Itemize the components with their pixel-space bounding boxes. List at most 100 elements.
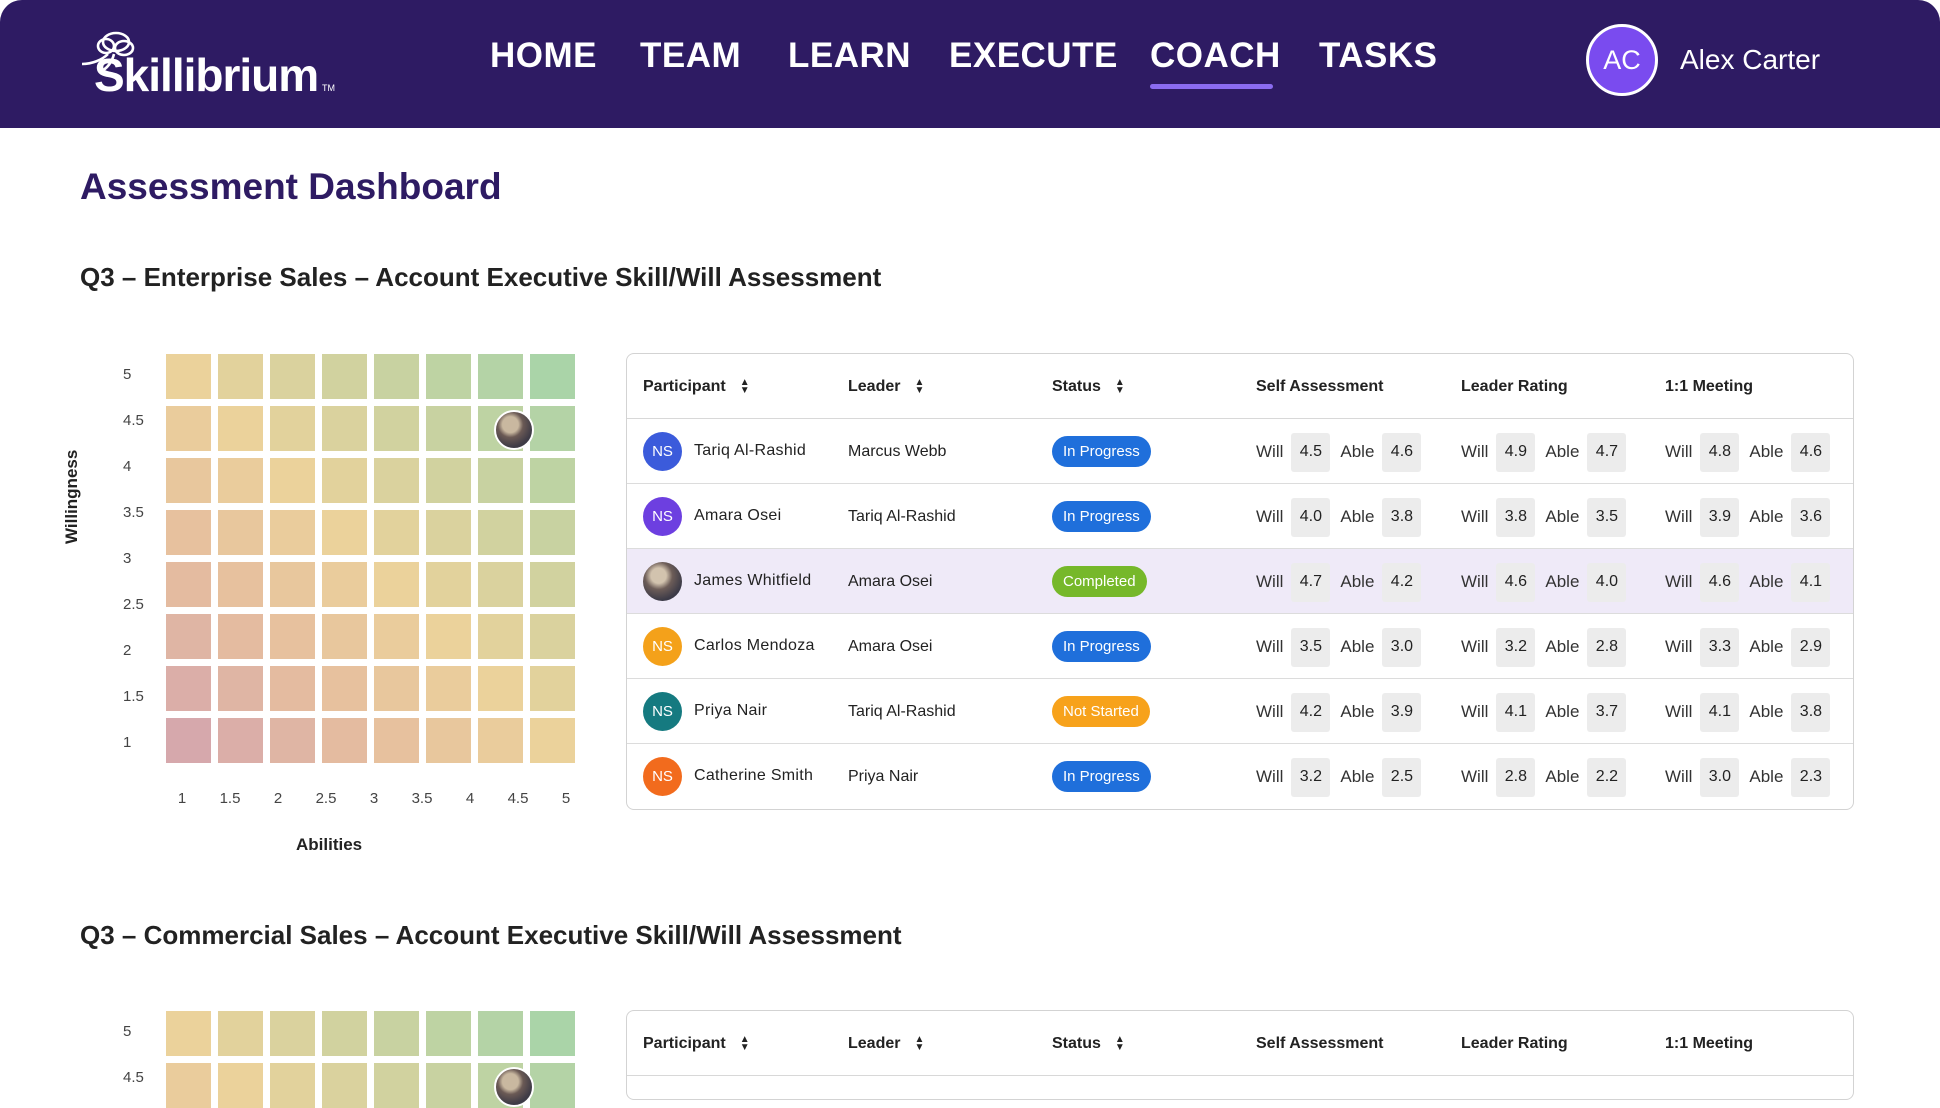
matrix-cell[interactable] bbox=[270, 1011, 315, 1056]
nav-team[interactable]: TEAM bbox=[640, 36, 741, 76]
matrix-cell[interactable] bbox=[374, 666, 419, 711]
column-leader[interactable]: Leader ▲ ▼ bbox=[848, 377, 924, 396]
matrix-cell[interactable] bbox=[478, 458, 523, 503]
matrix-cell[interactable] bbox=[322, 354, 367, 399]
participant-name[interactable]: Carlos Mendoza bbox=[694, 637, 815, 655]
matrix-cell[interactable] bbox=[374, 718, 419, 763]
participant-name[interactable]: Tariq Al-Rashid bbox=[694, 442, 806, 460]
matrix-cell[interactable] bbox=[218, 666, 263, 711]
matrix-cell[interactable] bbox=[530, 510, 575, 555]
matrix-cell[interactable] bbox=[530, 458, 575, 503]
matrix-cell[interactable] bbox=[166, 562, 211, 607]
nav-home[interactable]: HOME bbox=[490, 36, 597, 76]
column-participant[interactable]: Participant ▲ ▼ bbox=[643, 1034, 750, 1053]
matrix-cell[interactable] bbox=[166, 458, 211, 503]
matrix-cell[interactable] bbox=[322, 458, 367, 503]
matrix-cell[interactable] bbox=[478, 562, 523, 607]
matrix-cell[interactable] bbox=[218, 718, 263, 763]
user-avatar[interactable]: AC bbox=[1586, 24, 1658, 96]
matrix-cell[interactable] bbox=[218, 458, 263, 503]
table-row[interactable]: NS Tariq Al-Rashid Marcus Webb In Progress W… bbox=[627, 419, 1853, 484]
matrix-cell[interactable] bbox=[374, 1011, 419, 1056]
matrix-cell[interactable] bbox=[218, 1011, 263, 1056]
matrix-cell[interactable] bbox=[426, 354, 471, 399]
nav-execute[interactable]: EXECUTE bbox=[949, 36, 1118, 76]
matrix-cell[interactable] bbox=[270, 562, 315, 607]
nav-coach[interactable]: COACH bbox=[1150, 36, 1281, 76]
matrix-cell[interactable] bbox=[478, 1011, 523, 1056]
participant-marker[interactable] bbox=[494, 1067, 534, 1107]
matrix-cell[interactable] bbox=[426, 1011, 471, 1056]
matrix-cell[interactable] bbox=[166, 406, 211, 451]
table-row[interactable]: NS Amara Osei Tariq Al-Rashid In Progress Wi… bbox=[627, 484, 1853, 549]
brand-name[interactable]: Skillibrium bbox=[94, 48, 319, 102]
matrix-cell[interactable] bbox=[270, 406, 315, 451]
matrix-cell[interactable] bbox=[322, 406, 367, 451]
participant-name[interactable]: Amara Osei bbox=[694, 507, 781, 525]
matrix-cell[interactable] bbox=[166, 1011, 211, 1056]
matrix-cell[interactable] bbox=[478, 718, 523, 763]
matrix-cell[interactable] bbox=[374, 562, 419, 607]
matrix-cell[interactable] bbox=[270, 718, 315, 763]
matrix-cell[interactable] bbox=[322, 1011, 367, 1056]
sort-icon[interactable]: ▲ ▼ bbox=[914, 377, 924, 395]
matrix-cell[interactable] bbox=[530, 1011, 575, 1056]
matrix-cell[interactable] bbox=[322, 614, 367, 659]
matrix-cell[interactable] bbox=[218, 354, 263, 399]
matrix-cell[interactable] bbox=[270, 666, 315, 711]
matrix-cell[interactable] bbox=[530, 1063, 575, 1108]
matrix-cell[interactable] bbox=[218, 406, 263, 451]
matrix-cell[interactable] bbox=[478, 666, 523, 711]
matrix-cell[interactable] bbox=[426, 1063, 471, 1108]
participant-name[interactable]: Priya Nair bbox=[694, 702, 767, 720]
matrix-cell[interactable] bbox=[166, 666, 211, 711]
matrix-cell[interactable] bbox=[322, 1063, 367, 1108]
column-participant[interactable]: Participant ▲ ▼ bbox=[643, 377, 750, 396]
table-row[interactable]: NS Carlos Mendoza Amara Osei In Progress Wil… bbox=[627, 614, 1853, 679]
matrix-cell[interactable] bbox=[270, 510, 315, 555]
matrix-cell[interactable] bbox=[322, 718, 367, 763]
matrix-cell[interactable] bbox=[270, 458, 315, 503]
matrix-cell[interactable] bbox=[426, 562, 471, 607]
matrix-cell[interactable] bbox=[166, 614, 211, 659]
matrix-cell[interactable] bbox=[374, 614, 419, 659]
column-status[interactable]: Status ▲ ▼ bbox=[1052, 1034, 1125, 1053]
matrix-cell[interactable] bbox=[322, 666, 367, 711]
sort-icon[interactable]: ▲ ▼ bbox=[1115, 377, 1125, 395]
matrix-cell[interactable] bbox=[426, 406, 471, 451]
matrix-cell[interactable] bbox=[530, 614, 575, 659]
matrix-cell[interactable] bbox=[530, 354, 575, 399]
nav-tasks[interactable]: TASKS bbox=[1319, 36, 1438, 76]
matrix-cell[interactable] bbox=[426, 718, 471, 763]
column-status[interactable]: Status ▲ ▼ bbox=[1052, 377, 1125, 396]
sort-icon[interactable]: ▲ ▼ bbox=[914, 1034, 924, 1052]
sort-icon[interactable]: ▲ ▼ bbox=[740, 377, 750, 395]
matrix-cell[interactable] bbox=[218, 510, 263, 555]
matrix-cell[interactable] bbox=[426, 510, 471, 555]
matrix-cell[interactable] bbox=[270, 354, 315, 399]
table-row[interactable]: James Whitfield Amara Osei Completed Will 4.… bbox=[627, 549, 1853, 614]
matrix-cell[interactable] bbox=[374, 458, 419, 503]
table-row[interactable]: NS Catherine Smith Priya Nair In Progress Wi… bbox=[627, 744, 1853, 809]
matrix-cell[interactable] bbox=[530, 666, 575, 711]
participant-name[interactable]: Catherine Smith bbox=[694, 767, 813, 785]
user-name[interactable]: Alex Carter bbox=[1680, 44, 1820, 76]
matrix-cell[interactable] bbox=[478, 354, 523, 399]
matrix-cell[interactable] bbox=[374, 354, 419, 399]
matrix-cell[interactable] bbox=[218, 562, 263, 607]
matrix-cell[interactable] bbox=[478, 510, 523, 555]
matrix-cell[interactable] bbox=[166, 354, 211, 399]
matrix-cell[interactable] bbox=[322, 562, 367, 607]
sort-icon[interactable]: ▲ ▼ bbox=[1115, 1034, 1125, 1052]
matrix-cell[interactable] bbox=[270, 614, 315, 659]
matrix-cell[interactable] bbox=[426, 458, 471, 503]
nav-learn[interactable]: LEARN bbox=[788, 36, 911, 76]
participant-marker[interactable] bbox=[494, 410, 534, 450]
matrix-cell[interactable] bbox=[426, 666, 471, 711]
participant-name[interactable]: James Whitfield bbox=[694, 572, 811, 590]
matrix-cell[interactable] bbox=[426, 614, 471, 659]
matrix-cell[interactable] bbox=[270, 1063, 315, 1108]
sort-icon[interactable]: ▲ ▼ bbox=[740, 1034, 750, 1052]
column-leader[interactable]: Leader ▲ ▼ bbox=[848, 1034, 924, 1053]
matrix-cell[interactable] bbox=[218, 614, 263, 659]
